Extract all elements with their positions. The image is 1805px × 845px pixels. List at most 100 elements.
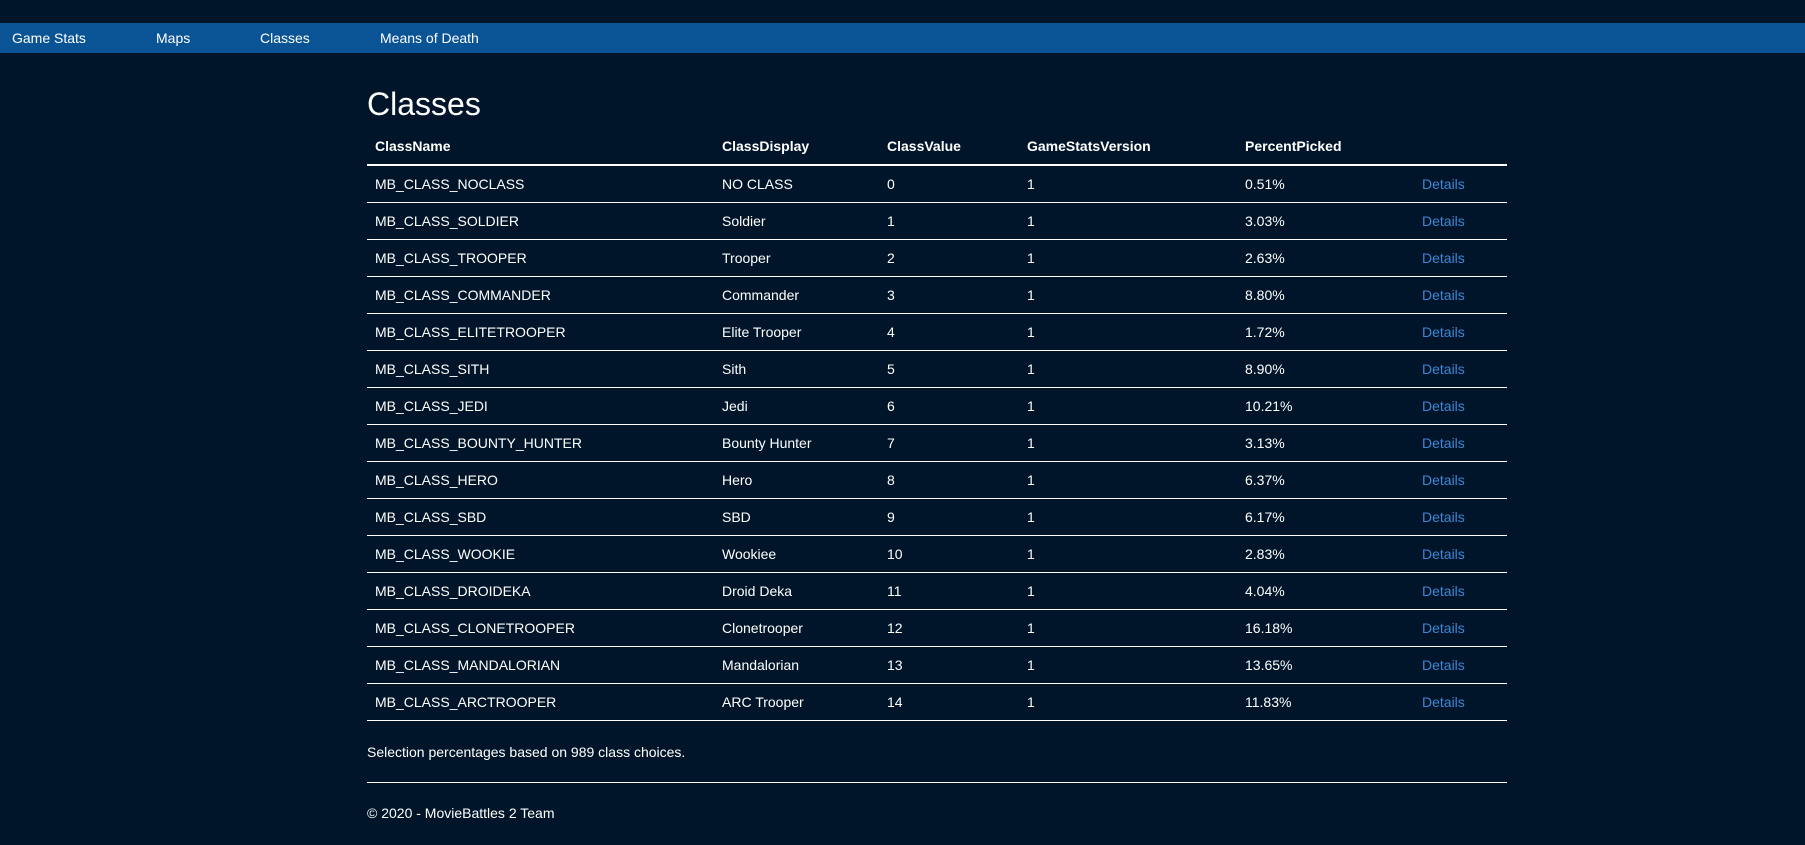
cell-classdisplay: NO CLASS (714, 165, 879, 203)
cell-details: Details (1414, 202, 1507, 240)
table-row: MB_CLASS_JEDI Jedi 6 1 10.21% Details (367, 387, 1507, 425)
cell-percentpicked: 2.63% (1237, 239, 1414, 277)
table-row: MB_CLASS_NOCLASS NO CLASS 0 1 0.51% Details (367, 165, 1507, 203)
cell-classvalue: 14 (879, 683, 1019, 721)
column-header-classdisplay: ClassDisplay (714, 128, 879, 166)
cell-classname: MB_CLASS_ARCTROOPER (367, 683, 714, 721)
table-row: MB_CLASS_SBD SBD 9 1 6.17% Details (367, 498, 1507, 536)
details-link[interactable]: Details (1422, 546, 1465, 562)
cell-classname: MB_CLASS_SBD (367, 498, 714, 536)
table-row: MB_CLASS_HERO Hero 8 1 6.37% Details (367, 461, 1507, 499)
cell-percentpicked: 6.37% (1237, 461, 1414, 499)
cell-classdisplay: SBD (714, 498, 879, 536)
cell-classvalue: 8 (879, 461, 1019, 499)
cell-percentpicked: 3.03% (1237, 202, 1414, 240)
cell-classvalue: 13 (879, 646, 1019, 684)
column-header-classname: ClassName (367, 128, 714, 166)
details-link[interactable]: Details (1422, 620, 1465, 636)
cell-classvalue: 9 (879, 498, 1019, 536)
selection-note: Selection percentages based on 989 class… (367, 744, 686, 760)
cell-gamestatsversion: 1 (1019, 313, 1237, 351)
main-content: Classes ClassName ClassDisplay ClassValu… (367, 80, 1507, 823)
cell-classdisplay: Jedi (714, 387, 879, 425)
cell-classvalue: 5 (879, 350, 1019, 388)
nav-link-maps[interactable]: Maps (156, 23, 190, 53)
cell-classname: MB_CLASS_SITH (367, 350, 714, 388)
details-link[interactable]: Details (1422, 361, 1465, 377)
cell-classname: MB_CLASS_TROOPER (367, 239, 714, 277)
cell-classvalue: 4 (879, 313, 1019, 351)
cell-gamestatsversion: 1 (1019, 572, 1237, 610)
cell-classvalue: 11 (879, 572, 1019, 610)
details-link[interactable]: Details (1422, 250, 1465, 266)
details-link[interactable]: Details (1422, 657, 1465, 673)
cell-classvalue: 2 (879, 239, 1019, 277)
cell-percentpicked: 10.21% (1237, 387, 1414, 425)
cell-classdisplay: Clonetrooper (714, 609, 879, 647)
cell-classdisplay: Mandalorian (714, 646, 879, 684)
table-row: MB_CLASS_ARCTROOPER ARC Trooper 14 1 11.83% D… (367, 683, 1507, 721)
cell-gamestatsversion: 1 (1019, 498, 1237, 536)
cell-classname: MB_CLASS_DROIDEKA (367, 572, 714, 610)
column-header-percentpicked: PercentPicked (1237, 128, 1414, 166)
cell-details: Details (1414, 498, 1507, 536)
table-row: MB_CLASS_COMMANDER Commander 3 1 8.80% Detail… (367, 276, 1507, 314)
cell-details: Details (1414, 313, 1507, 351)
column-header-actions (1414, 128, 1507, 166)
cell-gamestatsversion: 1 (1019, 239, 1237, 277)
table-row: MB_CLASS_MANDALORIAN Mandalorian 13 1 13.65%… (367, 646, 1507, 684)
cell-percentpicked: 4.04% (1237, 572, 1414, 610)
table-row: MB_CLASS_WOOKIE Wookiee 10 1 2.83% Details (367, 535, 1507, 573)
cell-classdisplay: ARC Trooper (714, 683, 879, 721)
cell-gamestatsversion: 1 (1019, 387, 1237, 425)
column-header-gamestatsversion: GameStatsVersion (1019, 128, 1237, 166)
cell-percentpicked: 16.18% (1237, 609, 1414, 647)
table-row: MB_CLASS_TROOPER Trooper 2 1 2.63% Details (367, 239, 1507, 277)
cell-percentpicked: 11.83% (1237, 683, 1414, 721)
cell-percentpicked: 13.65% (1237, 646, 1414, 684)
nav-link-game-stats[interactable]: Game Stats (12, 23, 86, 53)
cell-details: Details (1414, 683, 1507, 721)
details-link[interactable]: Details (1422, 694, 1465, 710)
cell-details: Details (1414, 424, 1507, 462)
cell-percentpicked: 8.80% (1237, 276, 1414, 314)
details-link[interactable]: Details (1422, 583, 1465, 599)
details-link[interactable]: Details (1422, 398, 1465, 414)
nav-link-means-of-death[interactable]: Means of Death (380, 23, 479, 53)
cell-classdisplay: Elite Trooper (714, 313, 879, 351)
details-link[interactable]: Details (1422, 435, 1465, 451)
cell-classname: MB_CLASS_MANDALORIAN (367, 646, 714, 684)
cell-percentpicked: 3.13% (1237, 424, 1414, 462)
top-nav-bar: Game Stats Maps Classes Means of Death (0, 23, 1805, 53)
cell-classvalue: 1 (879, 202, 1019, 240)
cell-classdisplay: Hero (714, 461, 879, 499)
cell-classname: MB_CLASS_WOOKIE (367, 535, 714, 573)
cell-classvalue: 0 (879, 165, 1019, 203)
footer-copyright: © 2020 - MovieBattles 2 Team (367, 805, 555, 821)
cell-percentpicked: 6.17% (1237, 498, 1414, 536)
cell-details: Details (1414, 461, 1507, 499)
cell-classname: MB_CLASS_SOLDIER (367, 202, 714, 240)
cell-percentpicked: 2.83% (1237, 535, 1414, 573)
cell-gamestatsversion: 1 (1019, 535, 1237, 573)
nav-link-classes[interactable]: Classes (260, 23, 310, 53)
cell-details: Details (1414, 535, 1507, 573)
cell-details: Details (1414, 350, 1507, 388)
details-link[interactable]: Details (1422, 176, 1465, 192)
column-header-classvalue: ClassValue (879, 128, 1019, 166)
cell-classname: MB_CLASS_COMMANDER (367, 276, 714, 314)
details-link[interactable]: Details (1422, 287, 1465, 303)
cell-gamestatsversion: 1 (1019, 683, 1237, 721)
cell-classname: MB_CLASS_HERO (367, 461, 714, 499)
cell-classname: MB_CLASS_JEDI (367, 387, 714, 425)
details-link[interactable]: Details (1422, 213, 1465, 229)
cell-details: Details (1414, 165, 1507, 203)
table-row: MB_CLASS_CLONETROOPER Clonetrooper 12 1 16.1… (367, 609, 1507, 647)
table-header-row: ClassName ClassDisplay ClassValue GameSt… (367, 128, 1507, 166)
details-link[interactable]: Details (1422, 472, 1465, 488)
details-link[interactable]: Details (1422, 324, 1465, 340)
cell-classdisplay: Trooper (714, 239, 879, 277)
details-link[interactable]: Details (1422, 509, 1465, 525)
cell-gamestatsversion: 1 (1019, 165, 1237, 203)
cell-classname: MB_CLASS_ELITETROOPER (367, 313, 714, 351)
